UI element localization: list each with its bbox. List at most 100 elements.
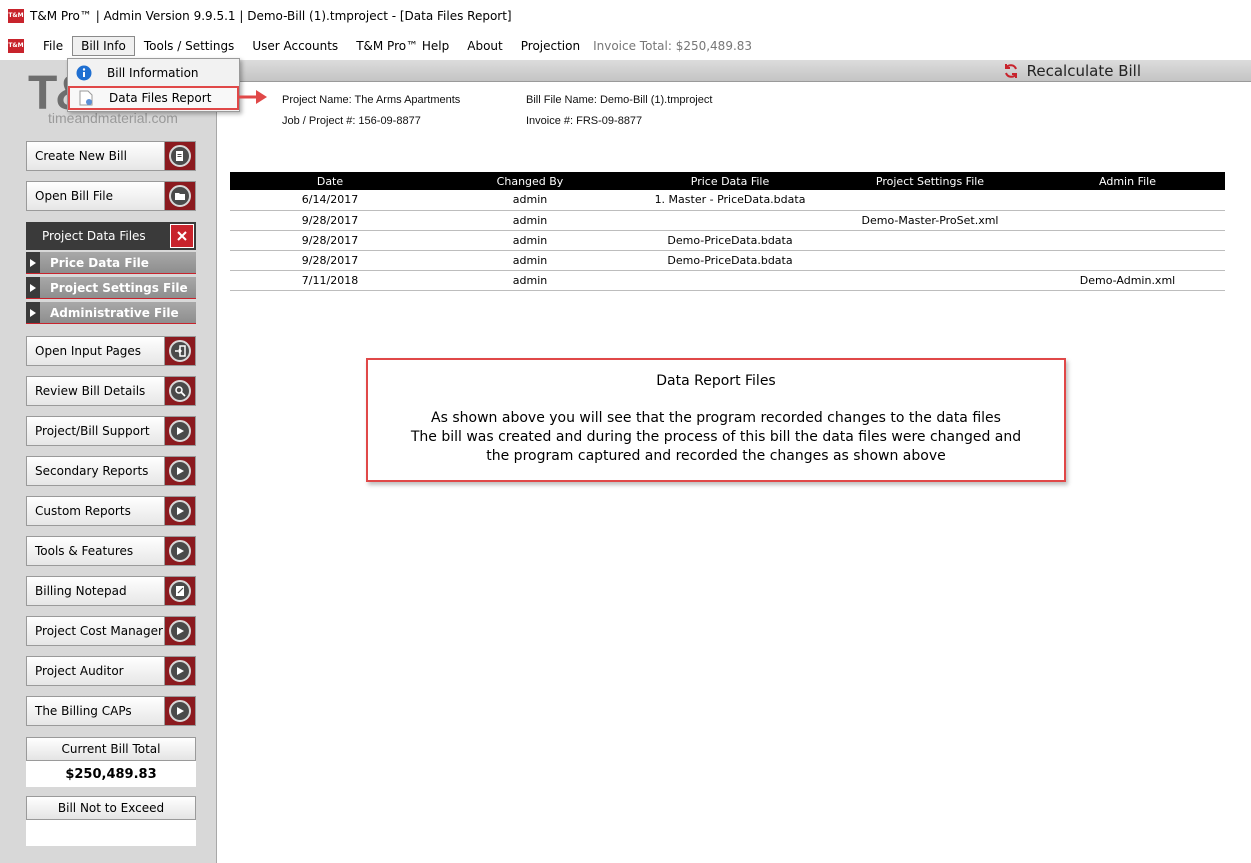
review-bill-details-button[interactable]: Review Bill Details <box>26 376 196 406</box>
document-info-icon <box>77 89 95 107</box>
enter-icon <box>169 340 191 362</box>
button-label: Billing Notepad <box>27 577 165 605</box>
bill-not-to-exceed-label: Bill Not to Exceed <box>26 796 196 820</box>
cell-date: 6/14/2017 <box>230 190 430 211</box>
cell-admin-file: Demo-Admin.xml <box>1030 270 1225 291</box>
play-arrow-icon <box>30 308 36 317</box>
notepad-icon <box>169 580 191 602</box>
table-row[interactable]: 9/28/2017 admin Demo-PriceData.bdata <box>230 230 1225 251</box>
callout-arrow-icon <box>238 90 267 104</box>
note-line: As shown above you will see that the pro… <box>431 410 1001 426</box>
button-label: Create New Bill <box>27 142 165 170</box>
cell-project-settings-file: Demo-Master-ProSet.xml <box>830 210 1030 231</box>
menu-help[interactable]: T&M Pro™ Help <box>347 36 458 56</box>
column-header-date: Date <box>230 172 430 190</box>
title-bar: T&M T&M Pro™ | Admin Version 9.9.5.1 | D… <box>0 0 1251 32</box>
main-toolbar: Recalculate Bill <box>240 60 1251 82</box>
cell-price-data-file: Demo-PriceData.bdata <box>630 230 830 251</box>
column-header-admin-file: Admin File <box>1030 172 1225 190</box>
brand-url: timeandmaterial.com <box>48 110 178 126</box>
table-header-row: Date Changed By Price Data File Project … <box>230 172 1225 190</box>
close-icon[interactable] <box>170 224 194 248</box>
menu-bill-info[interactable]: Bill Info <box>72 36 135 56</box>
sidebar: T& timeandmaterial.com Create New Bill O… <box>0 60 217 863</box>
sidebar-item-price-data-file[interactable]: Price Data File <box>26 252 196 274</box>
play-icon <box>169 700 191 722</box>
project-auditor-button[interactable]: Project Auditor <box>26 656 196 686</box>
menu-item-bill-information[interactable]: Bill Information <box>68 61 239 85</box>
billing-caps-button[interactable]: The Billing CAPs <box>26 696 196 726</box>
menu-user-accounts[interactable]: User Accounts <box>243 36 347 56</box>
menu-item-label: Bill Information <box>107 66 199 80</box>
bill-not-to-exceed: Bill Not to Exceed <box>26 796 196 846</box>
play-icon <box>169 460 191 482</box>
play-icon <box>169 420 191 442</box>
button-label: Project Cost Manager <box>27 617 165 645</box>
cell-price-data-file: Demo-PriceData.bdata <box>630 250 830 271</box>
current-bill-total-label: Current Bill Total <box>26 737 196 761</box>
create-new-bill-button[interactable]: Create New Bill <box>26 141 196 171</box>
window-title: T&M Pro™ | Admin Version 9.9.5.1 | Demo-… <box>30 9 512 23</box>
sidebar-item-project-settings-file[interactable]: Project Settings File <box>26 277 196 299</box>
refresh-icon <box>1004 64 1017 78</box>
cell-price-data-file <box>630 270 830 291</box>
project-cost-manager-button[interactable]: Project Cost Manager <box>26 616 196 646</box>
folder-icon <box>169 185 191 207</box>
table-row[interactable]: 9/28/2017 admin Demo-Master-ProSet.xml <box>230 210 1225 231</box>
table-row[interactable]: 6/14/2017 admin 1. Master - PriceData.bd… <box>230 190 1225 211</box>
tools-features-button[interactable]: Tools & Features <box>26 536 196 566</box>
magnifier-icon <box>169 380 191 402</box>
open-input-pages-button[interactable]: Open Input Pages <box>26 336 196 366</box>
cell-changed-by: admin <box>430 190 630 211</box>
sub-item-label: Project Settings File <box>40 277 196 298</box>
table-row[interactable]: 7/11/2018 admin Demo-Admin.xml <box>230 270 1225 291</box>
data-files-report-table: Date Changed By Price Data File Project … <box>230 172 1225 291</box>
menu-item-data-files-report[interactable]: Data Files Report <box>68 86 239 110</box>
project-bill-support-button[interactable]: Project/Bill Support <box>26 416 196 446</box>
play-icon <box>169 500 191 522</box>
menu-about[interactable]: About <box>458 36 511 56</box>
button-label: Project Auditor <box>27 657 165 685</box>
open-bill-file-button[interactable]: Open Bill File <box>26 181 196 211</box>
info-icon <box>75 64 93 82</box>
column-header-changed-by: Changed By <box>430 172 630 190</box>
cell-price-data-file: 1. Master - PriceData.bdata <box>630 190 830 211</box>
cell-price-data-file <box>630 210 830 231</box>
cell-admin-file <box>1030 250 1225 271</box>
menu-projection[interactable]: Projection <box>512 36 589 56</box>
sub-item-label: Administrative File <box>40 302 196 323</box>
cell-admin-file <box>1030 230 1225 251</box>
cell-admin-file <box>1030 210 1225 231</box>
menu-file[interactable]: File <box>34 36 72 56</box>
cell-project-settings-file <box>830 250 1030 271</box>
sidebar-item-administrative-file[interactable]: Administrative File <box>26 302 196 324</box>
project-name: Project Name: The Arms Apartments <box>282 94 461 106</box>
play-icon <box>169 620 191 642</box>
column-header-price-data-file: Price Data File <box>630 172 830 190</box>
cell-project-settings-file <box>830 270 1030 291</box>
cell-date: 9/28/2017 <box>230 250 430 271</box>
project-data-files-header[interactable]: Project Data Files <box>26 222 196 250</box>
cell-changed-by: admin <box>430 230 630 251</box>
button-label: Project/Bill Support <box>27 417 165 445</box>
menu-logo-icon: T&M <box>8 39 24 53</box>
cell-changed-by: admin <box>430 210 630 231</box>
cell-changed-by: admin <box>430 270 630 291</box>
button-label: Secondary Reports <box>27 457 165 485</box>
custom-reports-button[interactable]: Custom Reports <box>26 496 196 526</box>
play-icon <box>169 540 191 562</box>
note-line: The bill was created and during the proc… <box>410 429 1022 445</box>
secondary-reports-button[interactable]: Secondary Reports <box>26 456 196 486</box>
invoice-number: Invoice #: FRS-09-8877 <box>526 115 643 127</box>
recalculate-bill-button[interactable]: Recalculate Bill <box>1003 62 1141 80</box>
billing-notepad-button[interactable]: Billing Notepad <box>26 576 196 606</box>
cell-date: 9/28/2017 <box>230 230 430 251</box>
button-label: Review Bill Details <box>27 377 165 405</box>
menu-tools-settings[interactable]: Tools / Settings <box>135 36 243 56</box>
column-header-project-settings-file: Project Settings File <box>830 172 1030 190</box>
table-row[interactable]: 9/28/2017 admin Demo-PriceData.bdata <box>230 250 1225 271</box>
app-logo-icon: T&M <box>8 9 24 23</box>
menu-item-label: Data Files Report <box>109 91 212 105</box>
note-line: the program captured and recorded the ch… <box>486 448 946 464</box>
new-document-icon <box>169 145 191 167</box>
